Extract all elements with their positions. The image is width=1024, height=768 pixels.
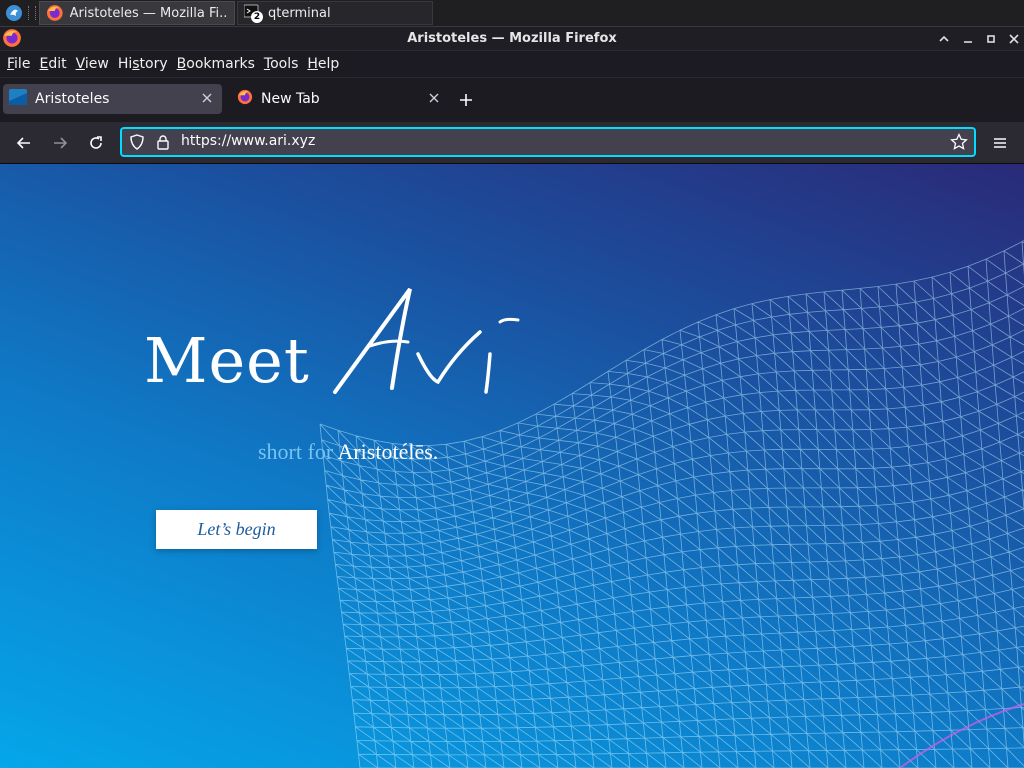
hamburger-menu-icon [994, 138, 1006, 148]
new-tab-button[interactable] [459, 90, 473, 110]
menu-history[interactable]: History [118, 56, 168, 72]
terminal-badge: 2 [251, 11, 263, 23]
ari-script-logo [333, 287, 520, 394]
menu-bar: File Edit View History Bookmarks Tools H… [0, 51, 1024, 77]
firefox-icon [2, 28, 22, 52]
close-icon [429, 93, 439, 103]
window-title: Aristoteles — Mozilla Firefox [407, 31, 617, 46]
plus-icon [460, 94, 472, 106]
menu-bookmarks[interactable]: Bookmarks [177, 56, 255, 72]
tab-new-tab[interactable]: New Tab [231, 84, 449, 114]
reload-button[interactable] [85, 132, 107, 154]
forward-button[interactable] [49, 132, 71, 154]
page-content: Meet short for Aristotélēs. Let’s begin [0, 164, 1024, 768]
tab-close-button[interactable] [429, 91, 439, 107]
maximize-icon [987, 35, 995, 43]
star-icon [950, 132, 968, 150]
close-icon [1009, 34, 1019, 44]
taskbar: Aristoteles — Mozilla Fi... 2 qterminal [0, 0, 1024, 27]
taskbar-task-label: Aristoteles — Mozilla Fi... [69, 5, 228, 21]
tagline-name: Aristotélēs. [337, 439, 439, 464]
chevron-up-icon [939, 35, 949, 42]
firefox-icon [46, 5, 63, 21]
site-favicon-icon [9, 89, 27, 109]
tab-close-button[interactable] [202, 91, 212, 107]
menu-help[interactable]: Help [307, 56, 339, 72]
app-menu-button[interactable] [989, 132, 1011, 154]
lets-begin-button[interactable]: Let’s begin [156, 510, 317, 549]
tagline-prefix: short for [258, 439, 334, 464]
tab-bar: Aristoteles New Tab [0, 78, 1024, 122]
arrow-left-icon [16, 137, 30, 149]
start-menu-button[interactable] [3, 2, 25, 24]
window-shade-button[interactable] [935, 30, 953, 48]
back-button[interactable] [13, 132, 35, 154]
taskbar-task-label: qterminal [268, 5, 331, 21]
tab-aristoteles[interactable]: Aristoteles [3, 84, 222, 114]
minimize-icon [964, 41, 972, 43]
close-icon [202, 93, 212, 103]
page-headline: Meet [144, 324, 310, 397]
tab-label: Aristoteles [35, 91, 110, 107]
window-titlebar[interactable]: Aristoteles — Mozilla Firefox [0, 27, 1024, 50]
wireframe-terrain-graphic [319, 240, 1024, 768]
menu-file[interactable]: File [7, 56, 30, 72]
shield-icon[interactable] [129, 134, 145, 154]
taskbar-task-qterminal[interactable]: 2 qterminal [237, 1, 433, 25]
terminal-icon: 2 [243, 4, 263, 23]
tab-label: New Tab [261, 91, 320, 107]
menu-edit[interactable]: Edit [39, 56, 66, 72]
arrow-right-icon [54, 137, 68, 149]
taskbar-task-firefox[interactable]: Aristoteles — Mozilla Fi... [39, 1, 235, 25]
menu-tools[interactable]: Tools [264, 56, 299, 72]
start-menu-icon [6, 5, 22, 21]
taskbar-grip[interactable] [28, 6, 36, 20]
address-bar[interactable]: https://www.ari.xyz [120, 127, 976, 157]
navigation-toolbar: https://www.ari.xyz [0, 122, 1024, 164]
tagline: short for Aristotélēs. [258, 439, 438, 465]
firefox-icon [237, 89, 253, 109]
lock-icon[interactable] [155, 134, 171, 154]
url-text[interactable]: https://www.ari.xyz [181, 133, 315, 149]
window-minimize-button[interactable] [959, 30, 977, 48]
window-close-button[interactable] [1005, 30, 1023, 48]
bookmark-star-button[interactable] [950, 132, 968, 155]
reload-icon [90, 136, 102, 149]
menu-view[interactable]: View [76, 56, 109, 72]
window-maximize-button[interactable] [982, 30, 1000, 48]
